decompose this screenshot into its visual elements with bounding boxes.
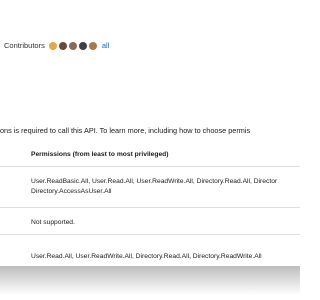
avatar[interactable] [58,41,67,50]
all-contributors-link[interactable]: all [102,41,110,50]
contributors-row: Contributors all [4,41,109,50]
table-row: User.Read.All, User.ReadWrite.All, Direc… [0,235,300,265]
permissions-table: Permissions (from least to most privileg… [0,144,300,265]
avatar[interactable] [88,41,97,50]
permissions-intro-text: ons is required to call this API. To lea… [0,126,251,135]
permissions-cell: User.Read.All, User.ReadWrite.All, Direc… [31,253,262,260]
table-header-row: Permissions (from least to most privileg… [0,144,300,167]
permissions-column-header: Permissions (from least to most privileg… [31,151,169,158]
avatar[interactable] [78,41,87,50]
table-row: User.ReadBasic.All, User.Read.All, User.… [0,167,300,208]
table-row: Not supported. [0,208,300,235]
contributor-avatars [48,41,97,50]
permissions-cell: Not supported. [31,219,75,226]
screenshot-bottom-edge [0,266,300,300]
avatar[interactable] [48,41,57,50]
contributors-label: Contributors [4,41,45,50]
avatar[interactable] [68,41,77,50]
docs-page: Contributors all ons is required to call… [0,0,300,300]
permissions-cell: User.ReadBasic.All, User.Read.All, User.… [31,177,300,197]
permissions-cell-line: User.ReadBasic.All, User.Read.All, User.… [31,178,278,185]
permissions-cell-line: Directory.AccessAsUser.All [31,188,112,195]
